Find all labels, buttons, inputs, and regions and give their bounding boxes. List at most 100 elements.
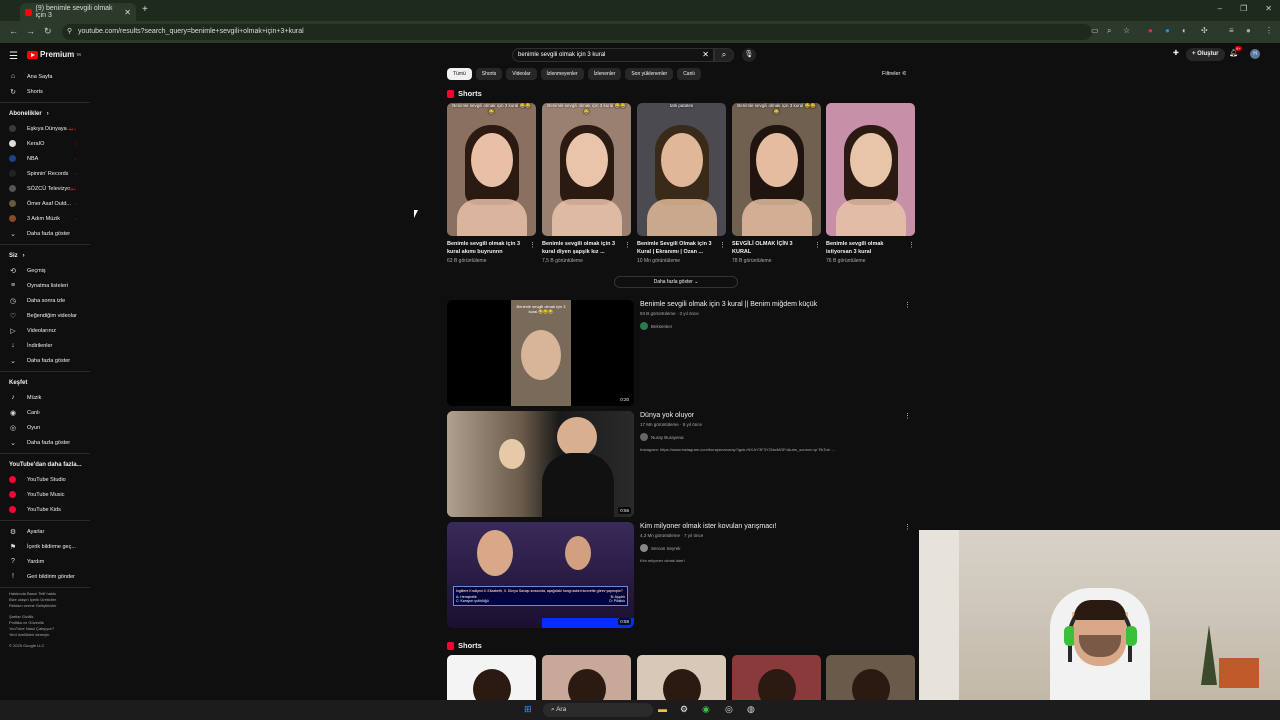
- show-more-shorts-button[interactable]: Daha fazla göster ⌄: [614, 276, 738, 288]
- chip-6[interactable]: Canlı: [677, 68, 701, 80]
- sidebar-item-you-6[interactable]: ⌄ Daha fazla göster: [0, 353, 90, 368]
- sidebar-item-subscription[interactable]: Eşkıya Dünyaya ... ((•)): [0, 121, 90, 136]
- short-card[interactable]: Benimle sevgili olmak için 3 kural 😂😂😂 Be…: [447, 103, 536, 264]
- close-window-icon[interactable]: ✕: [1265, 4, 1272, 13]
- sidebar-item-you-5[interactable]: ↓ İndirilenler: [0, 338, 90, 353]
- filters-button[interactable]: Filtreler ⚟: [882, 71, 907, 77]
- short-title[interactable]: SEVGİLİ OLMAK İÇİN 3 KURAL: [732, 241, 821, 256]
- voice-search-button[interactable]: 🎙︎: [742, 48, 756, 62]
- video-title[interactable]: Dünya yok oluyor: [640, 412, 694, 419]
- clear-search-icon[interactable]: ✕: [702, 50, 709, 59]
- restore-icon[interactable]: ❐: [1240, 4, 1247, 13]
- video-channel[interactable]: Sercan Seyrek: [640, 544, 681, 552]
- more-options-icon[interactable]: ⋮: [719, 241, 726, 249]
- sidebar-item-subscription[interactable]: 3 Adım Müzik •: [0, 211, 90, 226]
- cast-icon[interactable]: ▭: [1091, 26, 1099, 35]
- video-thumbnail[interactable]: 0:56: [447, 411, 634, 517]
- subscriptions-header[interactable]: Abonelikler ›: [0, 106, 90, 121]
- site-info-icon[interactable]: ⚲: [67, 24, 72, 40]
- sidebar-item-youtube-app[interactable]: YouTube Music: [0, 487, 90, 502]
- browser-tab[interactable]: (9) benimle sevgili olmak için 3 ✕: [20, 3, 136, 21]
- sidebar-item-you-1[interactable]: ≡ Oynatma listeleri: [0, 278, 90, 293]
- sidebar-item-you-4[interactable]: ▷ Videolarınız: [0, 323, 90, 338]
- video-result[interactable]: Benimle sevgili olmak için 3 kural 😂😂😂 0:…: [447, 300, 917, 406]
- video-channel[interactable]: Beksenker: [640, 322, 672, 330]
- short-thumbnail[interactable]: [637, 655, 726, 700]
- back-icon[interactable]: ←: [9, 26, 18, 36]
- sidebar-item-settings-1[interactable]: ⚑ İçerik bildirme geç...: [0, 539, 90, 554]
- cast-settings-icon[interactable]: ✚: [1173, 49, 1179, 57]
- sidebar-item-settings-2[interactable]: ? Yardım: [0, 554, 90, 569]
- sidebar-item-subscription[interactable]: Spinnin' Records •: [0, 166, 90, 181]
- account-avatar[interactable]: H: [1250, 49, 1260, 59]
- media-control-icon[interactable]: ≡: [1229, 26, 1234, 35]
- video-result[interactable]: İngiltere Kraliçesi II. Elizabeth, II. D…: [447, 522, 917, 628]
- more-options-icon[interactable]: ⋮: [904, 523, 911, 531]
- short-card[interactable]: tatlı patates Benimle Sevgili Olmak için …: [637, 103, 726, 264]
- short-thumbnail[interactable]: [447, 655, 536, 700]
- sidebar-item-you-0[interactable]: ⟲ Geçmiş: [0, 263, 90, 278]
- new-tab-icon[interactable]: +: [142, 4, 148, 15]
- search-button[interactable]: ⌕: [714, 48, 734, 62]
- short-thumbnail[interactable]: [826, 103, 915, 236]
- extension-blue-icon[interactable]: ●: [1165, 26, 1170, 35]
- video-title[interactable]: Kim milyoner olmak ister kovulan yarışma…: [640, 523, 777, 530]
- short-card[interactable]: Benimle sevgili olmak için 3 kural 😂😂😂 Be…: [542, 103, 631, 264]
- extension-icon[interactable]: ◐: [1182, 26, 1187, 35]
- whatsapp-icon[interactable]: ◉: [702, 704, 710, 715]
- sidebar-item-explore-1[interactable]: ◉ Canlı: [0, 405, 90, 420]
- video-channel[interactable]: Nuray Burayena: [640, 433, 684, 441]
- chip-4[interactable]: İzlenenler: [587, 68, 622, 80]
- file-explorer-icon[interactable]: ▬: [658, 704, 667, 714]
- youtube-logo[interactable]: Premium TR: [27, 50, 81, 59]
- bookmark-star-icon[interactable]: ☆: [1123, 26, 1130, 35]
- short-title[interactable]: Benimle Sevgili Olmak için 3 Kural | Ekr…: [637, 241, 726, 256]
- short-thumbnail[interactable]: Benimle sevgili olmak için 3 kural 😂😂😂: [732, 103, 821, 236]
- sidebar-item-you-2[interactable]: ◷ Daha sonra izle: [0, 293, 90, 308]
- sidebar-item-subscription[interactable]: Ömer Asaf Outd... •: [0, 196, 90, 211]
- app-icon[interactable]: ◍: [747, 704, 755, 715]
- short-title[interactable]: Benimle sevgili olmak için 3 kural akımı…: [447, 241, 536, 256]
- short-title[interactable]: Benimle sevgili olmak için 3 kural diyen…: [542, 241, 631, 256]
- short-thumbnail[interactable]: [542, 655, 631, 700]
- url-field[interactable]: ⚲ youtube.com/results?search_query=benim…: [62, 24, 1092, 40]
- more-options-icon[interactable]: ⋮: [908, 241, 915, 249]
- zoom-icon[interactable]: ⌕: [1107, 26, 1111, 36]
- video-result[interactable]: 0:56 Dünya yok oluyor 17 Mn görüntüleme · …: [447, 411, 917, 517]
- chip-2[interactable]: Videolar: [506, 68, 537, 80]
- sidebar-item-settings-3[interactable]: ! Geri bildirim gönder: [0, 569, 90, 584]
- reload-icon[interactable]: ↻: [44, 26, 52, 37]
- sidebar-item-home[interactable]: ⌂ Ana Sayfa: [0, 69, 90, 84]
- more-options-icon[interactable]: ⋮: [624, 241, 631, 249]
- search-input[interactable]: benimle sevgili olmak için 3 kural ✕: [512, 48, 714, 62]
- chip-0[interactable]: Tümü: [447, 68, 472, 80]
- short-thumbnail[interactable]: [732, 655, 821, 700]
- chip-5[interactable]: Son yüklenenler: [625, 68, 674, 80]
- menu-hamburger-icon[interactable]: ☰: [9, 51, 18, 62]
- short-thumbnail[interactable]: [826, 655, 915, 700]
- sidebar-item-explore-2[interactable]: ◎ Oyun: [0, 420, 90, 435]
- extension-red-icon[interactable]: ●: [1148, 26, 1153, 35]
- sidebar-item-subscription[interactable]: KeraIO •: [0, 136, 90, 151]
- footer-line[interactable]: © 2025 Google LLC: [9, 643, 90, 649]
- short-thumbnail[interactable]: tatlı patates: [637, 103, 726, 236]
- minimize-icon[interactable]: –: [1218, 4, 1222, 13]
- you-header[interactable]: Siz ›: [0, 248, 90, 263]
- sidebar-item-settings-0[interactable]: ⚙ Ayarlar: [0, 524, 90, 539]
- taskbar-search[interactable]: ⌕ Ara: [543, 703, 653, 717]
- video-title[interactable]: Benimle sevgili olmak için 3 kural || Be…: [640, 301, 817, 308]
- extensions-puzzle-icon[interactable]: ✣: [1201, 26, 1208, 35]
- sidebar-item-you-3[interactable]: ♡ Beğendiğim videolar: [0, 308, 90, 323]
- sidebar-item-youtube-app[interactable]: YouTube Studio: [0, 472, 90, 487]
- browser-menu-icon[interactable]: ⋮: [1265, 26, 1273, 35]
- settings-icon[interactable]: ⚙: [680, 704, 688, 715]
- sidebar-item-subscription[interactable]: NBA •: [0, 151, 90, 166]
- sidebar-item-shorts[interactable]: ↻ Shorts: [0, 84, 90, 99]
- sidebar-item-subscription[interactable]: SÖZCÜ Televizyo... ((•)): [0, 181, 90, 196]
- video-thumbnail[interactable]: İngiltere Kraliçesi II. Elizabeth, II. D…: [447, 522, 634, 628]
- close-tab-icon[interactable]: ✕: [124, 8, 131, 17]
- short-title[interactable]: Benimle sevgili olmak istiyorsan 3 kural: [826, 241, 915, 256]
- more-options-icon[interactable]: ⋮: [814, 241, 821, 249]
- sidebar-item-youtube-app[interactable]: YouTube Kids: [0, 502, 90, 517]
- short-thumbnail[interactable]: Benimle sevgili olmak için 3 kural 😂😂😂: [447, 103, 536, 236]
